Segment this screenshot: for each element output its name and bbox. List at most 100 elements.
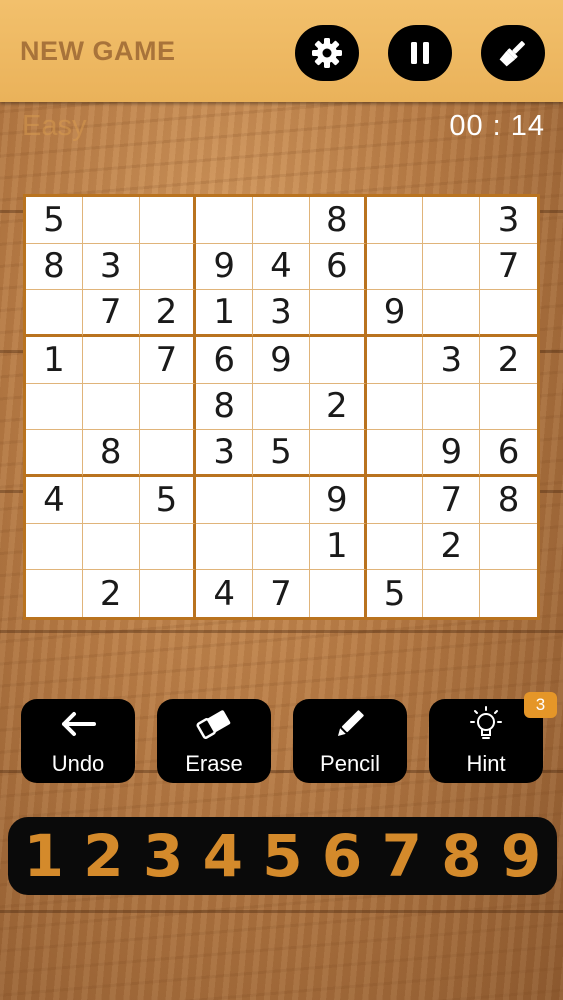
sudoku-cell-r7c7[interactable] (366, 477, 424, 524)
sudoku-cell-r7c2[interactable] (82, 477, 140, 524)
sudoku-cell-r6c8[interactable]: 9 (423, 430, 481, 477)
sudoku-cell-r5c2[interactable] (82, 383, 140, 431)
sudoku-cell-r6c6[interactable] (309, 430, 367, 477)
sudoku-cell-r1c8[interactable] (423, 197, 481, 244)
sudoku-cell-r8c8[interactable]: 2 (423, 523, 481, 571)
sudoku-cell-r2c7[interactable] (366, 243, 424, 291)
sudoku-cell-r3c4[interactable]: 1 (196, 290, 254, 337)
sudoku-cell-r2c8[interactable] (423, 243, 481, 291)
sudoku-cell-r2c9[interactable]: 7 (480, 244, 537, 291)
sudoku-cell-r5c3[interactable] (139, 383, 197, 431)
sudoku-cell-r2c5[interactable]: 4 (253, 243, 310, 291)
sudoku-cell-r3c3[interactable]: 2 (139, 290, 197, 337)
sudoku-cell-r1c2[interactable] (82, 197, 140, 244)
sudoku-cell-r9c6[interactable] (310, 570, 367, 617)
sudoku-cell-r4c8[interactable]: 3 (423, 337, 481, 384)
sudoku-cell-r6c2[interactable]: 8 (82, 430, 140, 477)
sudoku-cell-r9c4[interactable]: 4 (196, 570, 254, 617)
sudoku-cell-r1c3[interactable] (139, 197, 197, 244)
number-button-1[interactable]: 1 (15, 822, 73, 890)
sudoku-cell-r9c3[interactable] (140, 570, 197, 617)
sudoku-cell-r4c1[interactable]: 1 (26, 337, 83, 384)
pause-button[interactable] (388, 25, 452, 81)
sudoku-cell-r6c3[interactable] (139, 430, 197, 477)
sudoku-cell-r5c4[interactable]: 8 (196, 383, 254, 431)
sudoku-cell-r9c9[interactable] (480, 570, 537, 617)
number-button-8[interactable]: 8 (432, 822, 490, 890)
number-button-3[interactable]: 3 (134, 822, 192, 890)
sudoku-cell-r2c1[interactable]: 8 (26, 243, 83, 291)
sudoku-cell-r8c3[interactable] (139, 523, 197, 571)
sudoku-cell-r7c5[interactable] (253, 477, 310, 524)
pencil-button[interactable]: Pencil (293, 699, 407, 783)
sudoku-cell-r8c1[interactable] (26, 523, 83, 571)
settings-button[interactable] (295, 25, 359, 81)
sudoku-cell-r1c1[interactable]: 5 (26, 197, 83, 244)
number-button-4[interactable]: 4 (194, 822, 252, 890)
sudoku-cell-r9c1[interactable] (26, 570, 83, 617)
sudoku-cell-r9c5[interactable]: 7 (253, 570, 310, 617)
number-button-5[interactable]: 5 (253, 822, 311, 890)
sudoku-cell-r3c9[interactable] (480, 290, 537, 337)
sudoku-cell-r5c9[interactable] (480, 384, 537, 431)
sudoku-cell-r6c5[interactable]: 5 (253, 430, 310, 477)
sudoku-cell-r3c5[interactable]: 3 (253, 290, 310, 337)
sudoku-cell-r5c7[interactable] (366, 383, 424, 431)
paintbrush-icon (499, 41, 525, 67)
undo-button[interactable]: Undo (21, 699, 135, 783)
sudoku-board[interactable]: 58383946772139176932828359645978122475 (23, 194, 540, 620)
sudoku-cell-r1c9[interactable]: 3 (480, 197, 537, 244)
sudoku-cell-r4c4[interactable]: 6 (196, 337, 254, 384)
sudoku-cell-r6c7[interactable] (366, 430, 424, 477)
sudoku-cell-r8c4[interactable] (196, 523, 254, 571)
sudoku-cell-r7c1[interactable]: 4 (26, 477, 83, 524)
sudoku-cell-r6c9[interactable]: 6 (480, 430, 537, 477)
sudoku-cell-r3c8[interactable] (423, 290, 481, 337)
sudoku-cell-r5c5[interactable] (253, 383, 310, 431)
number-button-2[interactable]: 2 (74, 822, 132, 890)
number-button-7[interactable]: 7 (373, 822, 431, 890)
sudoku-cell-r3c1[interactable] (26, 290, 83, 337)
sudoku-cell-r3c6[interactable] (309, 290, 367, 337)
number-button-6[interactable]: 6 (313, 822, 371, 890)
sudoku-cell-r7c3[interactable]: 5 (139, 477, 197, 524)
sudoku-cell-r8c6[interactable]: 1 (309, 523, 367, 571)
sudoku-cell-r3c2[interactable]: 7 (82, 290, 140, 337)
sudoku-cell-r1c5[interactable] (253, 197, 310, 244)
theme-button[interactable] (481, 25, 545, 81)
sudoku-cell-r4c9[interactable]: 2 (480, 337, 537, 384)
erase-button[interactable]: Erase (157, 699, 271, 783)
sudoku-cell-r2c2[interactable]: 3 (82, 243, 140, 291)
sudoku-cell-r8c9[interactable] (480, 524, 537, 571)
sudoku-cell-r2c3[interactable] (139, 243, 197, 291)
sudoku-cell-r5c1[interactable] (26, 383, 83, 431)
sudoku-cell-r4c7[interactable] (366, 337, 424, 384)
sudoku-cell-r7c6[interactable]: 9 (309, 477, 367, 524)
number-button-9[interactable]: 9 (492, 822, 550, 890)
sudoku-cell-r2c6[interactable]: 6 (309, 243, 367, 291)
sudoku-cell-r8c5[interactable] (253, 523, 310, 571)
hint-label: Hint (466, 751, 506, 776)
sudoku-cell-r3c7[interactable]: 9 (366, 290, 424, 337)
sudoku-cell-r9c8[interactable] (423, 570, 481, 617)
sudoku-cell-r8c7[interactable] (366, 523, 424, 571)
sudoku-cell-r4c5[interactable]: 9 (253, 337, 310, 384)
new-game-button[interactable]: NEW GAME (20, 36, 176, 67)
sudoku-cell-r7c8[interactable]: 7 (423, 477, 481, 524)
sudoku-cell-r5c6[interactable]: 2 (309, 383, 367, 431)
sudoku-cell-r6c4[interactable]: 3 (196, 430, 254, 477)
sudoku-cell-r1c7[interactable] (366, 197, 424, 244)
sudoku-cell-r2c4[interactable]: 9 (196, 243, 254, 291)
sudoku-cell-r7c4[interactable] (196, 477, 254, 524)
sudoku-cell-r9c7[interactable]: 5 (367, 570, 424, 617)
sudoku-cell-r9c2[interactable]: 2 (83, 570, 140, 617)
sudoku-cell-r4c3[interactable]: 7 (139, 337, 197, 384)
sudoku-cell-r8c2[interactable] (82, 523, 140, 571)
sudoku-cell-r4c2[interactable] (82, 337, 140, 384)
sudoku-cell-r7c9[interactable]: 8 (480, 477, 537, 524)
sudoku-cell-r6c1[interactable] (26, 430, 83, 477)
sudoku-cell-r4c6[interactable] (309, 337, 367, 384)
sudoku-cell-r1c4[interactable] (196, 197, 254, 244)
sudoku-cell-r5c8[interactable] (423, 383, 481, 431)
sudoku-cell-r1c6[interactable]: 8 (309, 197, 367, 244)
